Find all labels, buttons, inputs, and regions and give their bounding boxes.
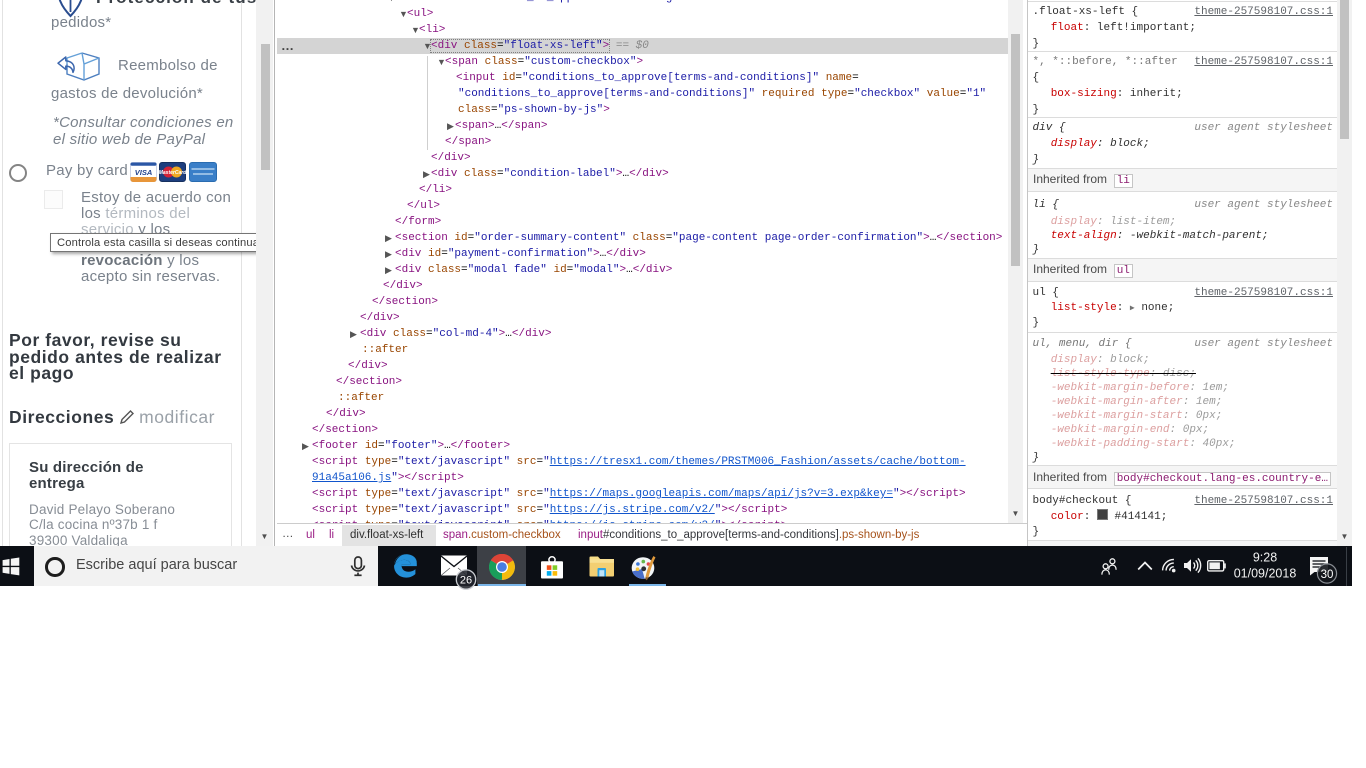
svg-text:30: 30 [1321,569,1334,581]
svg-text:9:28: 9:28 [1253,551,1277,565]
svg-text:VISA: VISA [135,168,153,177]
svg-text:26: 26 [460,575,472,587]
svg-text:01/09/2018: 01/09/2018 [1234,567,1297,581]
svg-text:MasterCard: MasterCard [159,170,187,176]
